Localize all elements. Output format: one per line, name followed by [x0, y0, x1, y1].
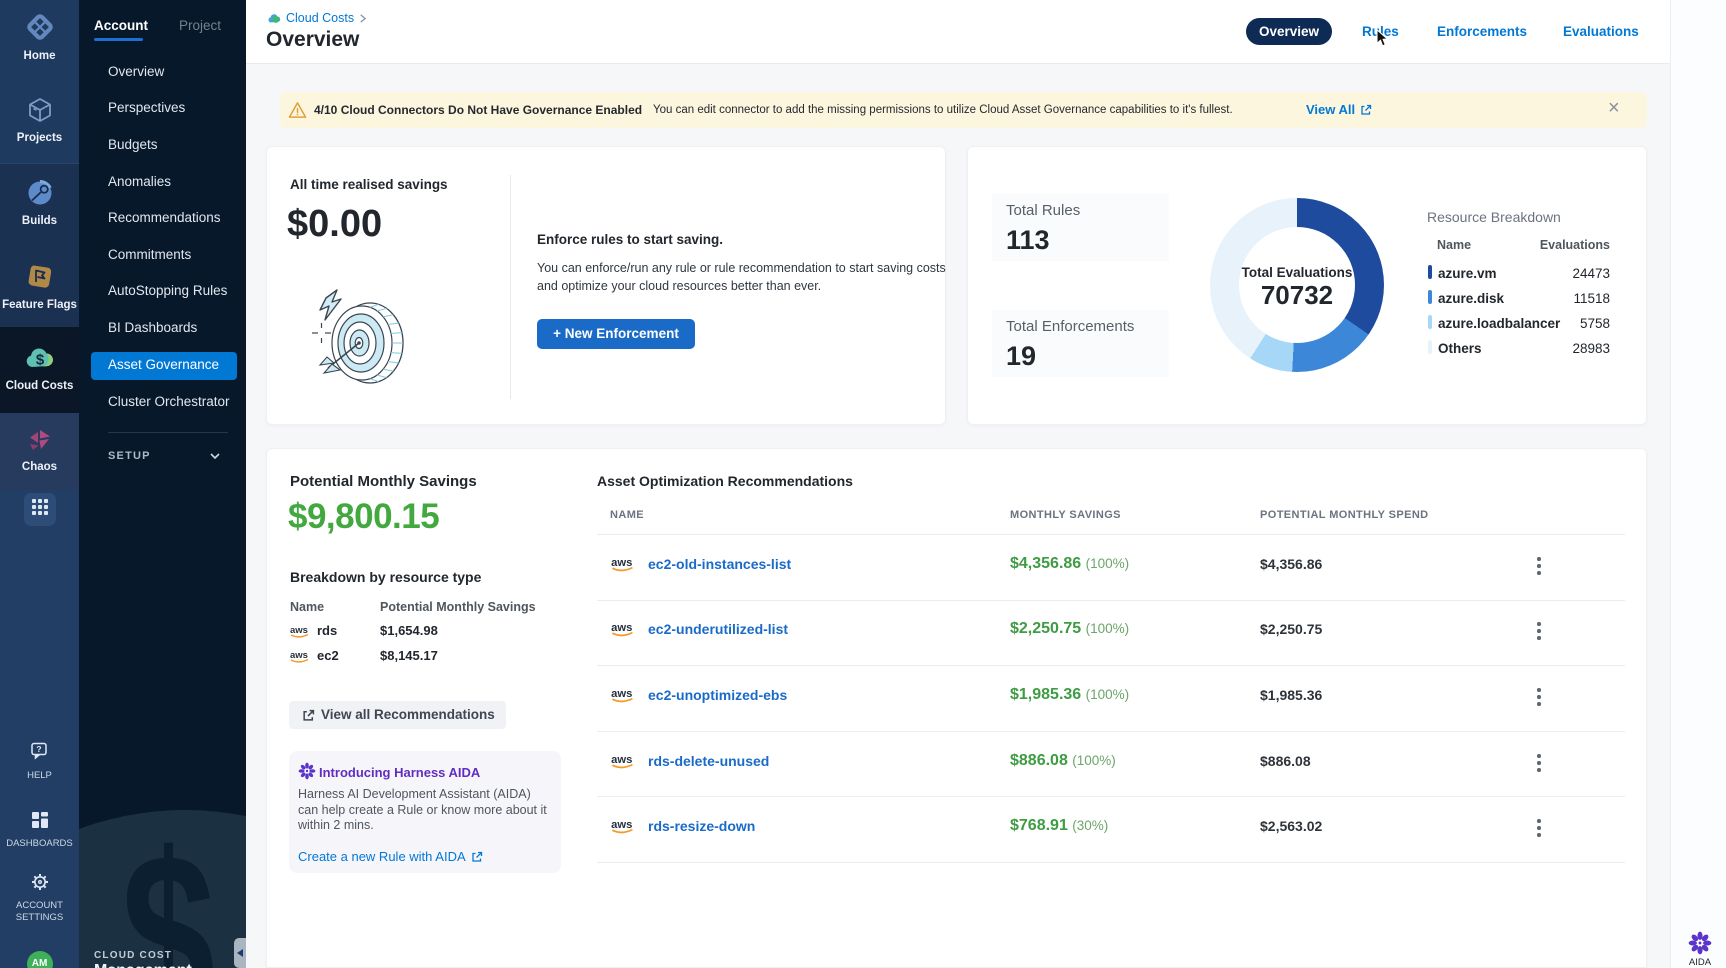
svg-text:aws: aws	[611, 622, 632, 634]
svg-text:aws: aws	[290, 625, 308, 636]
svg-text:$: $	[35, 352, 44, 369]
svg-text:aws: aws	[290, 650, 308, 661]
svg-text:aws: aws	[611, 819, 632, 831]
svg-text:?: ?	[36, 744, 41, 754]
svg-text:aws: aws	[611, 688, 632, 700]
svg-text:aws: aws	[611, 754, 632, 766]
svg-text:aws: aws	[611, 557, 632, 569]
